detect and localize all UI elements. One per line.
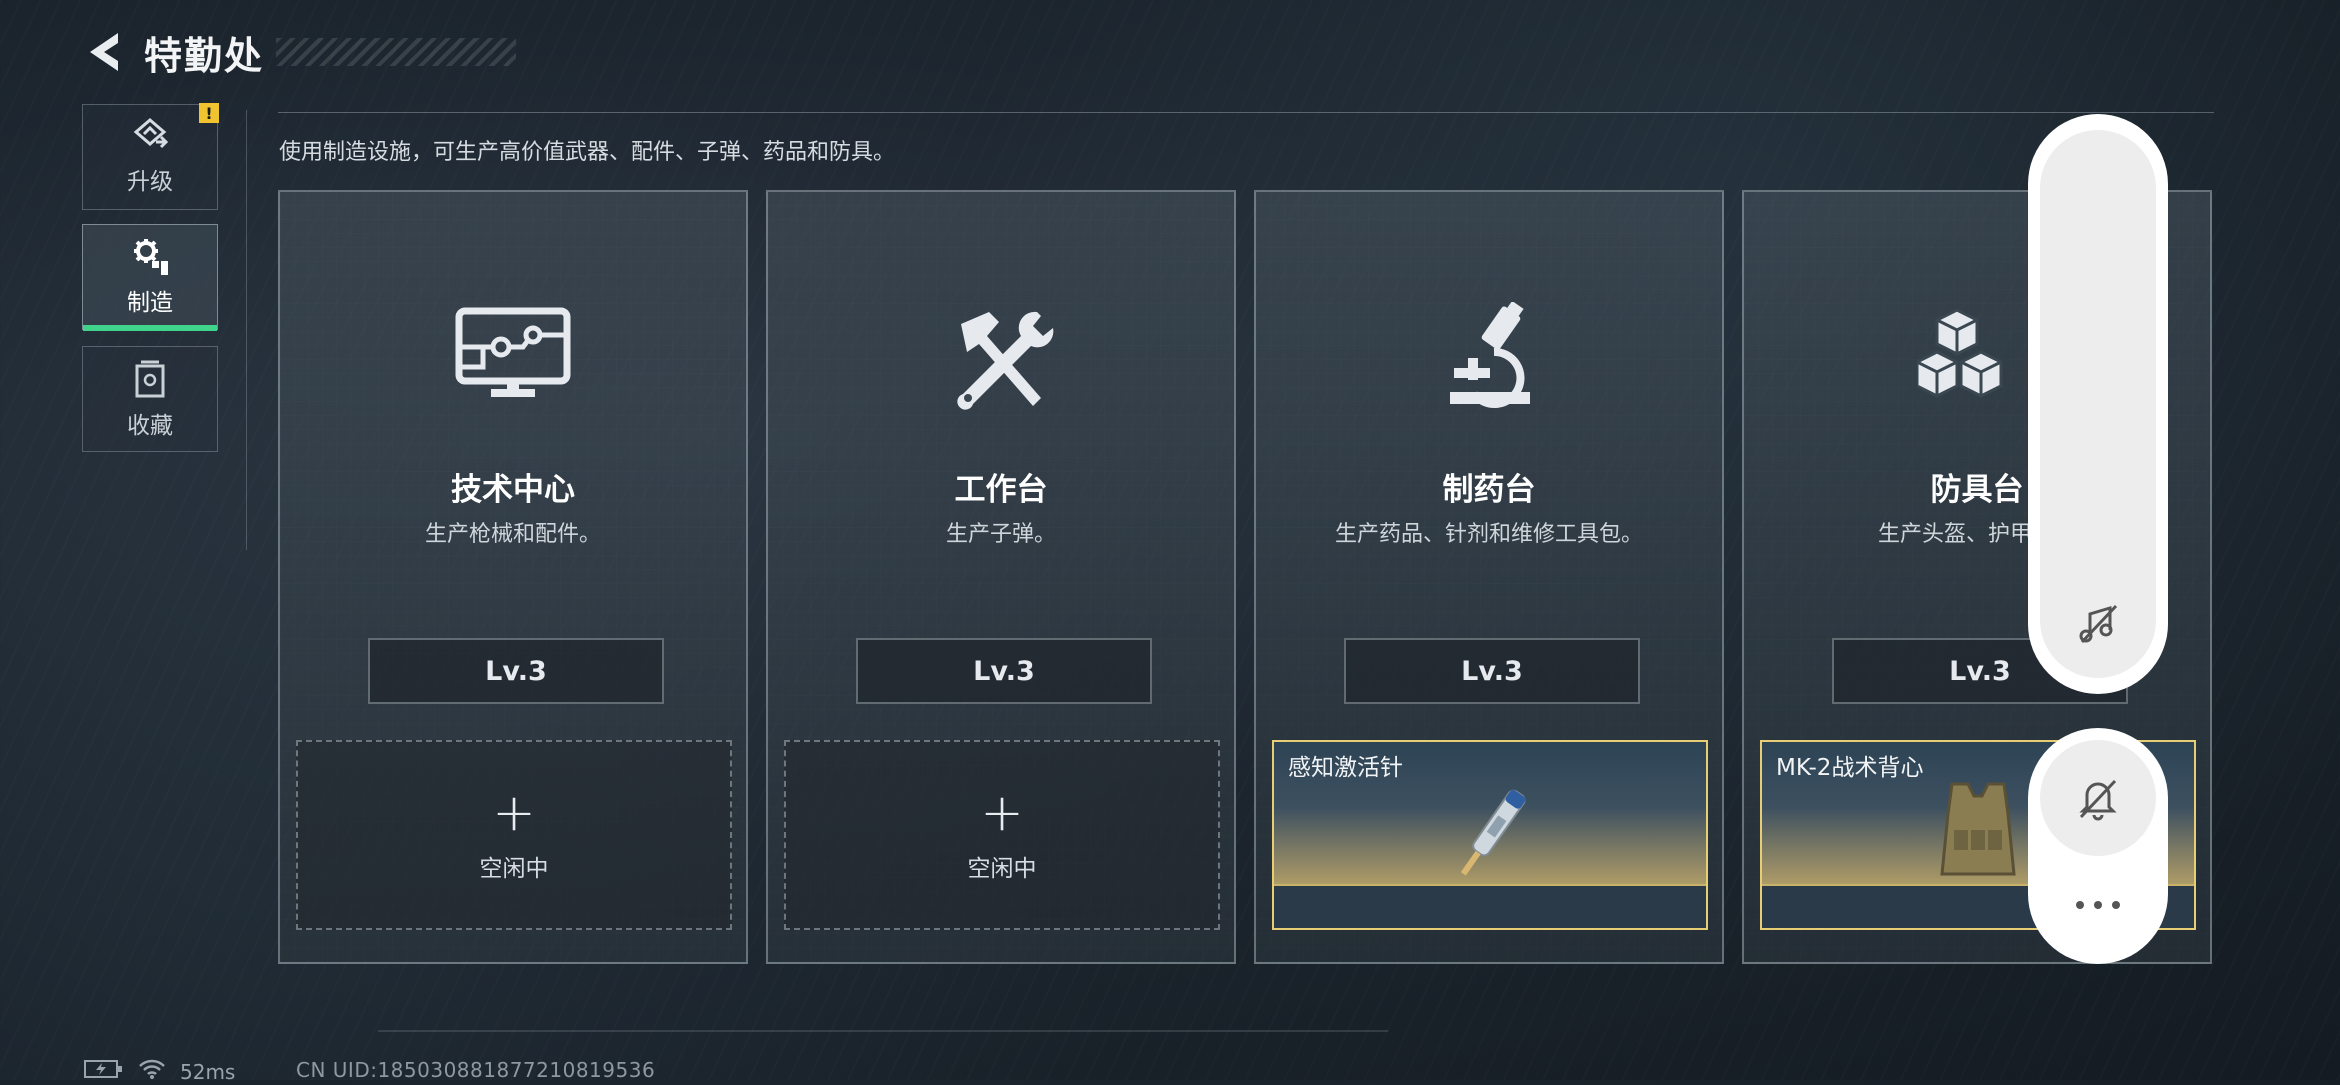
sidebar-divider <box>246 110 247 550</box>
sidebar-item-label: 升级 <box>127 169 173 195</box>
slot-item-name: 感知激活针 <box>1288 755 1403 781</box>
level-button[interactable]: Lv.3 <box>368 638 664 704</box>
facility-card-workbench[interactable]: 工作台 生产子弹。 Lv.3 + 空闲中 <box>766 190 1236 964</box>
facility-description: 生产药品、针剂和维修工具包。 <box>1334 522 1643 547</box>
collection-icon <box>135 360 165 398</box>
production-slot-item[interactable]: 感知激活针 <box>1272 740 1708 930</box>
sidebar-item-label: 收藏 <box>127 413 173 439</box>
level-button[interactable]: Lv.3 <box>1344 638 1640 704</box>
facility-name: 制药台 <box>1442 472 1536 508</box>
bottom-decoration-line <box>378 1030 1388 1032</box>
sidebar-item-manufacture[interactable]: 制造 <box>82 224 218 331</box>
page-title: 特勤处 <box>144 33 265 78</box>
production-slot-empty[interactable]: + 空闲中 <box>784 740 1220 930</box>
user-uid: CN UID:185030881877210819536 <box>296 1058 656 1082</box>
more-options-icon[interactable] <box>2060 888 2136 922</box>
injector-item-icon <box>1460 789 1526 876</box>
hammer-wrench-icon <box>936 302 1066 412</box>
microscope-icon <box>1424 302 1554 412</box>
facility-description: 生产枪械和配件。 <box>424 522 601 547</box>
back-arrow-icon[interactable] <box>82 27 126 77</box>
plus-icon: + <box>980 783 1024 843</box>
wifi-icon <box>138 1058 166 1085</box>
sidebar-item-label: 制造 <box>127 290 173 316</box>
battery-icon <box>84 1059 124 1084</box>
top-divider <box>278 112 2214 113</box>
status-bar: 52ms <box>84 1058 249 1085</box>
slot-item-name: MK-2战术背心 <box>1776 755 1924 781</box>
title-decoration <box>276 38 517 66</box>
warning-badge: ! <box>199 103 219 123</box>
sidebar-item-collection[interactable]: 收藏 <box>82 346 218 452</box>
slot-status-label: 空闲中 <box>479 856 549 882</box>
active-indicator <box>83 325 217 331</box>
monitor-circuit-icon <box>448 302 578 412</box>
page-description: 使用制造设施，可生产高价值武器、配件、子弹、药品和防具。 <box>279 140 896 165</box>
music-off-icon[interactable] <box>2064 590 2132 658</box>
facility-card-pharmacy[interactable]: 制药台 生产药品、针剂和维修工具包。 Lv.3 感知激活针 <box>1254 190 1724 964</box>
plus-icon: + <box>492 783 536 843</box>
tactical-vest-item-icon <box>1940 782 2016 876</box>
manufacture-gear-icon <box>134 239 168 275</box>
facility-name: 技术中心 <box>451 472 575 508</box>
sidebar-item-upgrade[interactable]: ! 升级 <box>82 103 219 210</box>
slot-status-label: 空闲中 <box>967 856 1037 882</box>
upgrade-icon <box>133 118 169 149</box>
page-header: 特勤处 <box>82 22 517 82</box>
facility-name: 工作台 <box>954 472 1048 508</box>
level-button[interactable]: Lv.3 <box>856 638 1152 704</box>
cubes-icon <box>1912 302 2042 412</box>
bell-off-icon[interactable] <box>2040 740 2156 856</box>
facility-description: 生产子弹。 <box>945 522 1056 547</box>
production-slot-empty[interactable]: + 空闲中 <box>296 740 732 930</box>
facility-card-tech-center[interactable]: 技术中心 生产枪械和配件。 Lv.3 + 空闲中 <box>278 190 748 964</box>
